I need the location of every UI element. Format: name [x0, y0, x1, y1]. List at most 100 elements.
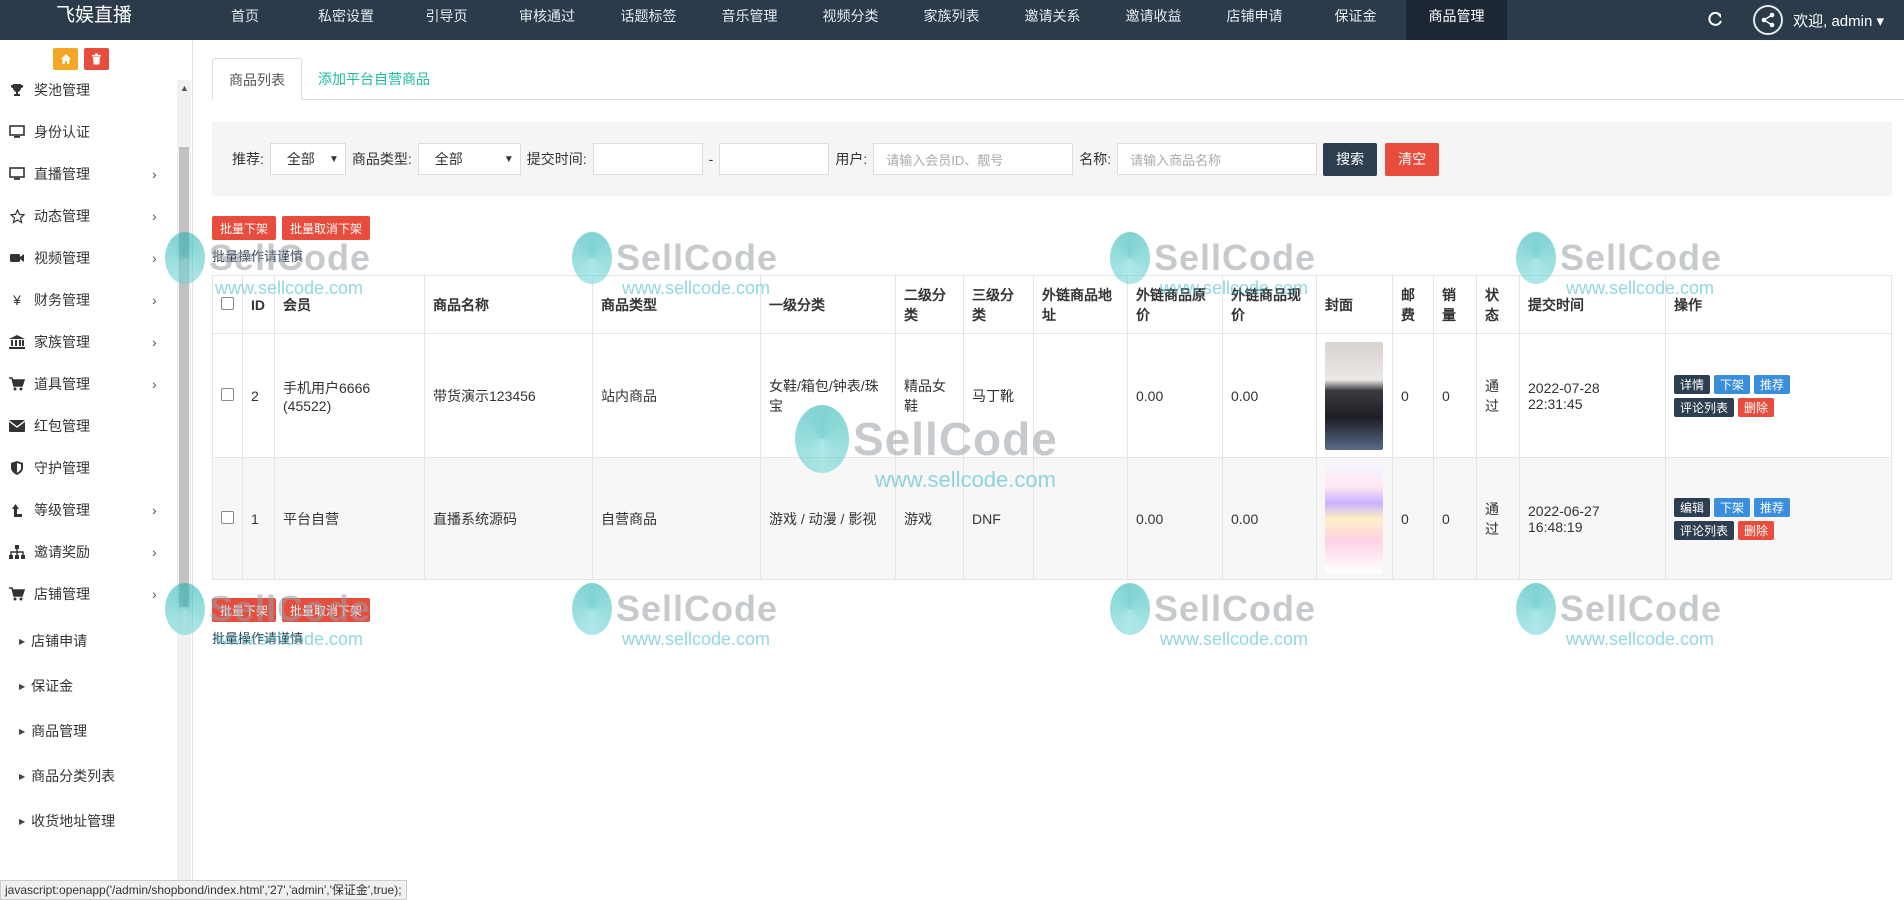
envelope-icon	[0, 420, 34, 432]
sidebar-item-props[interactable]: 道具管理 ›	[0, 363, 176, 405]
trash-icon	[92, 53, 101, 65]
off-shelf-button[interactable]: 下架	[1714, 374, 1751, 394]
star-icon	[0, 208, 34, 224]
cover-image[interactable]	[1325, 341, 1383, 450]
user-search-input[interactable]: 请输入会员ID、靓号	[873, 143, 1074, 175]
delete-button[interactable]: 删除	[1738, 520, 1775, 540]
col-header: 一级分类	[760, 275, 896, 334]
recommend-select-value: 全部	[286, 151, 315, 167]
start-date-input[interactable]	[592, 143, 703, 175]
sidebar-item-invite-reward[interactable]: 邀请奖励 ›	[0, 531, 176, 573]
sidebar-subitem-goods-category[interactable]: ▶ 商品分类列表	[0, 755, 176, 797]
table-row: 2 手机用户6666 (45522) 带货演示123456 站内商品 女鞋/箱包…	[212, 333, 1892, 458]
sidebar-item-jackpot[interactable]: 奖池管理	[0, 69, 176, 111]
sidebar-item-guard[interactable]: 守护管理	[0, 447, 176, 489]
comment-list-button[interactable]: 评论列表	[1674, 397, 1735, 417]
recommend-select[interactable]: 全部 ▼	[269, 143, 346, 175]
delete-button[interactable]: 删除	[1738, 397, 1775, 417]
nav-item-video-category[interactable]: 视频分类	[800, 0, 901, 40]
sidebar-subitem-deposit[interactable]: ▶ 保证金	[0, 665, 176, 707]
cell-id: 2	[242, 333, 275, 458]
end-date-input[interactable]	[719, 143, 830, 175]
row-select-cell	[212, 457, 243, 580]
cell-category-3: DNF	[963, 457, 1034, 580]
cell-category-1: 游戏 / 动漫 / 影视	[760, 457, 896, 580]
tab-add-self-goods[interactable]: 添加平台自营商品	[302, 58, 446, 100]
scroll-up-icon[interactable]: ▲	[180, 83, 189, 93]
sidebar-item-red-packet[interactable]: 红包管理	[0, 405, 176, 447]
nav-item-privacy[interactable]: 私密设置	[295, 0, 397, 40]
row-checkbox[interactable]	[221, 510, 234, 524]
sidebar-item-family[interactable]: 家族管理 ›	[0, 321, 176, 363]
nav-item-invite-relation[interactable]: 邀请关系	[1002, 0, 1103, 40]
chevron-down-icon: ▼	[328, 153, 339, 165]
cell-goods-type: 站内商品	[592, 333, 761, 458]
goods-type-select[interactable]: 全部 ▼	[417, 143, 521, 175]
cover-image[interactable]	[1325, 464, 1383, 573]
home-button[interactable]	[53, 48, 78, 70]
clear-cache-button[interactable]	[84, 48, 109, 70]
top-nav: 首页 私密设置 引导页 审核通过 话题标签 音乐管理 视频分类 家族列表 邀请关…	[195, 0, 1507, 40]
tab-goods-list[interactable]: 商品列表	[212, 58, 302, 100]
col-header: 会员	[274, 275, 425, 334]
clear-button[interactable]: 清空	[1385, 142, 1440, 176]
col-header: 外链商品现价	[1222, 275, 1317, 334]
avatar[interactable]	[1753, 5, 1784, 35]
caret-right-icon: ▶	[19, 771, 26, 781]
select-all-checkbox[interactable]	[221, 296, 234, 310]
recommend-button[interactable]: 推荐	[1754, 374, 1791, 394]
recommend-button[interactable]: 推荐	[1754, 497, 1791, 517]
monitor-icon	[0, 167, 34, 181]
batch-off-shelf-button[interactable]: 批量下架	[212, 598, 277, 622]
detail-button[interactable]: 详情	[1674, 374, 1711, 394]
sidebar-subitem-goods[interactable]: ▶ 商品管理	[0, 710, 176, 752]
recommend-label: 推荐:	[232, 151, 264, 167]
search-button[interactable]: 搜索	[1323, 142, 1378, 176]
goods-type-select-value: 全部	[434, 151, 463, 167]
batch-off-shelf-button[interactable]: 批量下架	[212, 216, 277, 240]
goods-table: ID 会员 商品名称 商品类型 一级分类 二级分类 三级分类 外链商品地址 外链…	[212, 275, 1892, 580]
edit-button[interactable]: 编辑	[1674, 497, 1711, 517]
sitemap-icon	[0, 545, 34, 559]
chevron-right-icon: ›	[152, 544, 157, 560]
nav-item-topic-tags[interactable]: 话题标签	[598, 0, 699, 40]
comment-list-button[interactable]: 评论列表	[1674, 520, 1735, 540]
video-icon	[0, 252, 34, 264]
sidebar-subitem-shop-apply[interactable]: ▶ 店铺申请	[0, 620, 176, 662]
sidebar-item-label: 道具管理	[34, 376, 90, 392]
cell-member: 平台自营	[274, 457, 425, 580]
sidebar-item-shop[interactable]: 店铺管理 ›	[0, 573, 176, 615]
nav-item-home[interactable]: 首页	[195, 0, 295, 40]
nav-item-guide[interactable]: 引导页	[397, 0, 496, 40]
sidebar-item-identity[interactable]: 身份认证	[0, 111, 176, 153]
col-header: 二级分类	[895, 275, 964, 334]
sidebar-subitem-address[interactable]: ▶ 收货地址管理	[0, 800, 176, 842]
nav-item-approved[interactable]: 审核通过	[496, 0, 598, 40]
sidebar-item-dynamic[interactable]: 动态管理 ›	[0, 195, 176, 237]
cell-ops: 详情 下架 推荐 评论列表 删除	[1665, 333, 1892, 458]
user-menu[interactable]: 欢迎, admin ▾	[1793, 10, 1884, 31]
nav-item-goods[interactable]: 商品管理	[1406, 0, 1507, 40]
batch-cancel-off-shelf-button[interactable]: 批量取消下架	[282, 598, 371, 622]
refresh-icon[interactable]	[1695, 0, 1735, 40]
date-separator: -	[708, 151, 714, 167]
sidebar-item-live[interactable]: 直播管理 ›	[0, 153, 176, 195]
batch-cancel-off-shelf-button[interactable]: 批量取消下架	[282, 216, 371, 240]
batch-warning-note: 批量操作请谨慎	[212, 631, 304, 646]
col-header: 外链商品地址	[1033, 275, 1128, 334]
nav-item-deposit[interactable]: 保证金	[1305, 0, 1406, 40]
brand-logo-text: 飞娱直播	[56, 5, 133, 26]
cell-cover	[1316, 333, 1393, 458]
nav-item-family-list[interactable]: 家族列表	[901, 0, 1002, 40]
sidebar-scrollbar-thumb[interactable]	[179, 147, 189, 607]
nav-item-invite-income[interactable]: 邀请收益	[1103, 0, 1204, 40]
sidebar-item-video[interactable]: 视频管理 ›	[0, 237, 176, 279]
nav-item-shop-apply[interactable]: 店铺申请	[1204, 0, 1305, 40]
sidebar-item-level[interactable]: 等级管理 ›	[0, 489, 176, 531]
goods-name-input[interactable]: 请输入商品名称	[1117, 143, 1318, 175]
nav-item-music[interactable]: 音乐管理	[699, 0, 800, 40]
row-checkbox[interactable]	[221, 387, 234, 401]
sidebar-item-finance[interactable]: ¥ 财务管理 ›	[0, 279, 176, 321]
off-shelf-button[interactable]: 下架	[1714, 497, 1751, 517]
cart-icon	[0, 377, 34, 391]
